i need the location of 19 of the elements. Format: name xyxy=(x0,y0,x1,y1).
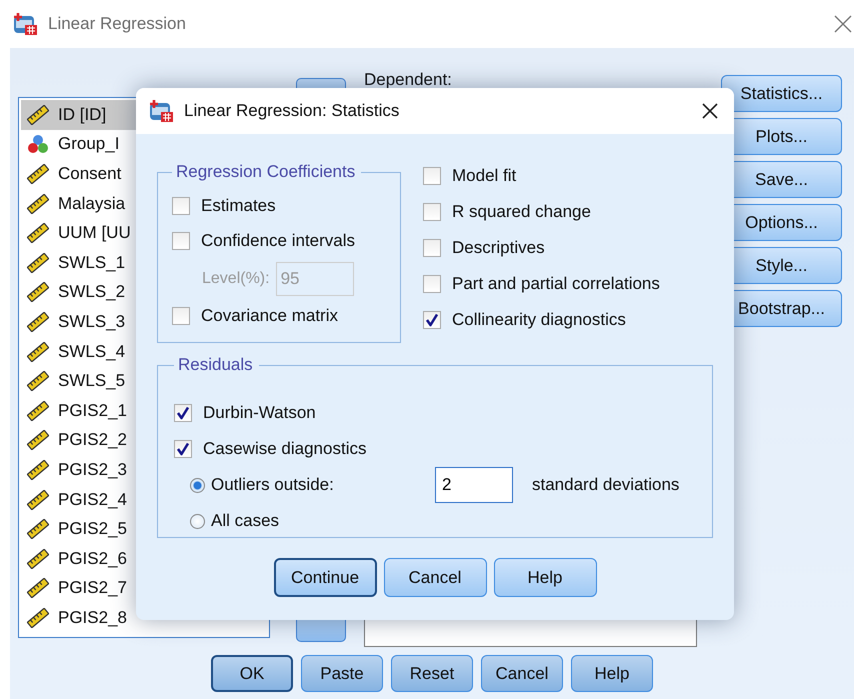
level-label: Level(%): xyxy=(202,270,270,288)
checkbox-label: Durbin-Watson xyxy=(203,403,316,423)
radio-label: All cases xyxy=(211,511,280,531)
checkbox-label: Part and partial correlations xyxy=(452,274,660,294)
checkbox-label: Model fit xyxy=(452,166,516,186)
checkbox-label: Casewise diagnostics xyxy=(203,439,366,459)
checkbox-label: Estimates xyxy=(201,196,276,216)
checkbox-label: Descriptives xyxy=(452,238,545,258)
window-title: Linear Regression xyxy=(48,14,186,34)
checkbox-label: R squared change xyxy=(452,202,591,222)
dependent-label: Dependent: xyxy=(364,70,452,90)
checkbox-label: Collinearity diagnostics xyxy=(452,310,626,330)
checkbox-label: Covariance matrix xyxy=(201,306,338,326)
units-label: standard deviations xyxy=(532,475,680,495)
group-title: Residuals xyxy=(177,355,254,375)
radio-label: Outliers outside: xyxy=(211,475,335,495)
dialog-title: Linear Regression: Statistics xyxy=(184,101,400,121)
checkbox-label: Confidence intervals xyxy=(201,230,356,251)
group-title: Regression Coefficients xyxy=(175,162,356,182)
